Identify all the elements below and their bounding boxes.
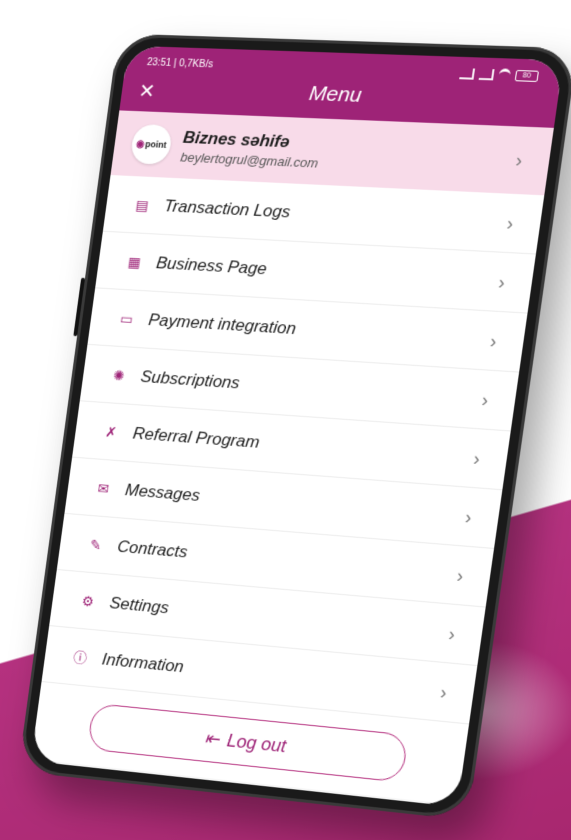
profile-info: Biznes səhifə beylertogrul@gmail.com xyxy=(180,127,323,170)
mail-icon: ✉ xyxy=(96,479,111,497)
menu-item-label: Information xyxy=(100,649,185,676)
chevron-right-icon: › xyxy=(514,149,524,171)
gear-icon: ⚙ xyxy=(80,592,95,609)
status-icons: 80 xyxy=(459,67,540,82)
chevron-right-icon: › xyxy=(455,564,465,586)
menu-list: ▤ Transaction Logs › ▦ Business Page › ▭… xyxy=(41,175,545,725)
menu-item-label: Settings xyxy=(108,592,171,617)
page-icon: ▦ xyxy=(126,253,142,270)
logout-icon: ⇤ xyxy=(203,727,221,749)
signal-icon-2 xyxy=(478,68,495,80)
chevron-right-icon: › xyxy=(439,681,449,702)
chevron-right-icon: › xyxy=(480,388,490,410)
chevron-right-icon: › xyxy=(497,271,507,292)
chevron-right-icon: › xyxy=(505,212,515,233)
chevron-right-icon: › xyxy=(472,447,482,469)
chevron-right-icon: › xyxy=(488,329,499,351)
pin-icon: ◉ xyxy=(135,138,146,150)
chevron-right-icon: › xyxy=(464,505,474,527)
menu-item-label: Transaction Logs xyxy=(162,195,292,221)
phone-screen: 23:51 | 0,7KB/s 80 ✕ Menu ◉ point Biznes… xyxy=(30,45,564,807)
card-icon: ▭ xyxy=(119,310,134,327)
chevron-right-icon: › xyxy=(447,622,457,644)
menu-item-label: Contracts xyxy=(116,536,189,561)
battery-icon: 80 xyxy=(514,69,540,82)
document-icon: ▤ xyxy=(134,196,150,213)
people-icon: ✺ xyxy=(112,366,126,384)
pen-icon: ✎ xyxy=(89,536,103,553)
referral-icon: ✗ xyxy=(104,423,118,440)
menu-item-label: Messages xyxy=(124,479,202,505)
menu-item-label: Referral Program xyxy=(131,423,261,452)
menu-item-label: Payment integration xyxy=(147,309,298,338)
status-time: 23:51 | 0,7KB/s xyxy=(146,56,214,70)
business-logo: ◉ point xyxy=(129,123,174,165)
logout-label: Log out xyxy=(225,729,288,756)
wifi-icon xyxy=(498,68,512,82)
menu-item-label: Subscriptions xyxy=(139,366,241,392)
logo-text: point xyxy=(144,139,168,150)
menu-item-label: Business Page xyxy=(155,252,269,278)
signal-icon xyxy=(459,67,476,80)
info-icon: ⓘ xyxy=(72,648,88,666)
